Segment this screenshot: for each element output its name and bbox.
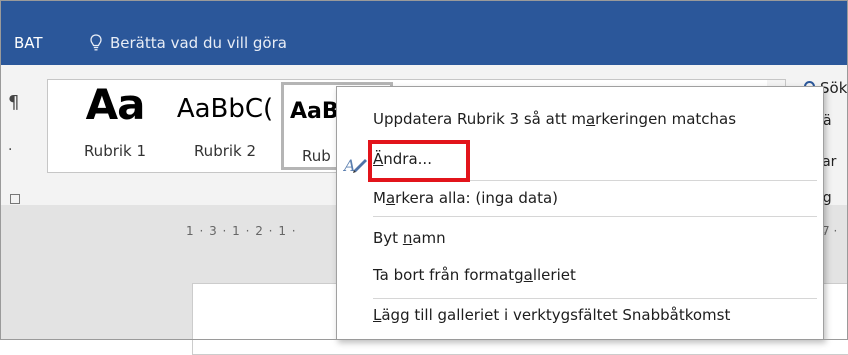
style-sample: Aa [85, 80, 146, 129]
menu-item-select-all[interactable]: Markera alla: (inga data) [373, 183, 558, 213]
ruler-ticks: 1 · 3 · 1 · 2 · 1 · [186, 224, 297, 238]
ruler-ticks-right: 7 · [822, 224, 838, 238]
style-label: Rubrik 1 [83, 142, 147, 160]
tell-me-box[interactable]: Berätta vad du vill göra [90, 34, 287, 52]
dialog-launcher-icon[interactable] [10, 194, 20, 204]
context-menu: Uppdatera Rubrik 3 så att markeringen ma… [336, 86, 824, 340]
menu-item-add-to-quick-access[interactable]: Lägg till galleriet i verktygsfältet Sna… [373, 300, 730, 330]
show-formatting-button[interactable]: ¶ [8, 92, 19, 113]
menu-separator [373, 298, 817, 299]
search-label: Sök [820, 79, 848, 97]
menu-item-update-style[interactable]: Uppdatera Rubrik 3 så att markeringen ma… [373, 104, 736, 134]
pen-style-icon: A [343, 156, 367, 175]
style-sample: AaBbC( [176, 94, 274, 124]
word-window: BAT Berätta vad du vill göra ¶ · Aa Rubr… [0, 0, 848, 355]
style-rubrik-2[interactable]: AaBbC( Rubrik 2 [170, 80, 280, 172]
ribbon-tab-fragment[interactable]: BAT [14, 34, 43, 52]
style-label: Rubrik 2 [193, 142, 257, 160]
tell-me-text: Berätta vad du vill göra [110, 34, 287, 52]
paragraph-fragment[interactable]: · [8, 142, 12, 158]
highlight-box [368, 140, 470, 182]
lightbulb-icon [90, 34, 102, 51]
style-rubrik-1[interactable]: Aa Rubrik 1 [60, 80, 170, 172]
menu-item-remove-from-gallery[interactable]: Ta bort från formatgalleriet [373, 260, 576, 290]
title-bar: BAT Berätta vad du vill göra [0, 0, 848, 65]
menu-separator [373, 216, 817, 217]
menu-item-rename[interactable]: Byt namn [373, 223, 446, 253]
